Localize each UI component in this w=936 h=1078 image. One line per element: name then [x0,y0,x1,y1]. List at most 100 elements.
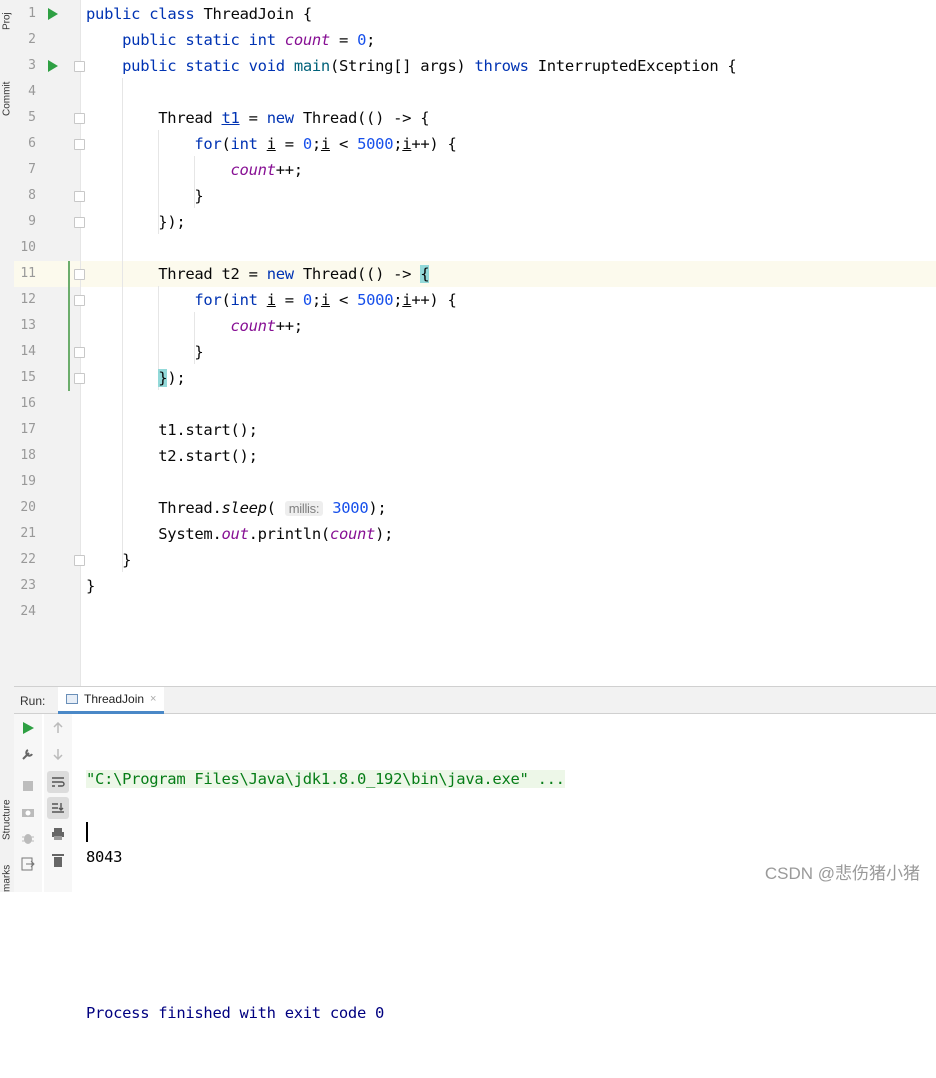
console-exit-message: Process finished with exit code 0 [86,1004,385,1022]
commit-tool-label: Commit [1,81,13,116]
line-number: 22 [20,552,36,567]
scroll-up-button[interactable] [47,717,69,739]
code-line[interactable]: 13 count++; [14,313,936,339]
scroll-down-button[interactable] [47,743,69,765]
structure-tool-tab[interactable]: Structure [0,770,14,840]
var-i: i [320,291,330,309]
clear-button[interactable] [47,849,69,871]
code-line[interactable]: 21 System.out.println(count); [14,521,936,547]
code-line[interactable]: 16 [14,391,936,417]
console-output[interactable]: "C:\Program Files\Java\jdk1.8.0_192\bin\… [86,714,936,1078]
kw-new: new [266,265,294,283]
rerun-button[interactable] [17,717,39,739]
stop-button[interactable] [17,775,39,797]
code-line[interactable]: 22 } [14,547,936,573]
class-thread: Thread. [158,499,222,517]
increment: ++; [275,161,303,179]
field-count: count [329,525,376,543]
code-line[interactable]: 7 count++; [14,157,936,183]
semicolon: ; [393,135,403,153]
wrench-icon [22,749,33,760]
type-thread: Thread [158,109,222,127]
kw-class: class [149,5,195,23]
code-line[interactable]: 4 [14,79,936,105]
code-line[interactable]: 11 Thread t2 = new Thread(() -> { [14,261,936,287]
number: 5000 [357,291,394,309]
kw-public: public [122,31,177,49]
code-editor[interactable]: 1 public class ThreadJoin { 2 public sta… [14,0,936,686]
commit-tool-tab[interactable]: Commit [0,52,14,116]
operator: < [330,291,358,309]
fold-icon[interactable] [74,555,85,566]
run-main-icon[interactable] [48,60,58,72]
watermark: CSDN @悲伤猪小猪 [764,864,920,883]
code-line[interactable]: 20 Thread.sleep( millis: 3000); [14,495,936,521]
kw-for: for [194,135,222,153]
semicolon: ; [311,291,321,309]
code-line[interactable]: 10 [14,235,936,261]
kw-static: static [185,31,240,49]
line-number: 14 [20,344,36,359]
exit-icon [21,857,35,871]
fold-icon[interactable] [74,295,85,306]
print-button[interactable] [47,823,69,845]
code-line[interactable]: 12 for(int i = 0;i < 5000;i++) { [14,287,936,313]
line-number: 1 [28,6,36,21]
code-line[interactable]: 14 } [14,339,936,365]
fold-icon[interactable] [74,217,85,228]
brace: { [302,5,312,23]
code-line[interactable]: 9 }); [14,209,936,235]
screenshot-button[interactable] [17,801,39,823]
bug-icon [22,834,34,844]
line-number: 5 [28,110,36,125]
close-icon[interactable]: × [150,693,156,705]
operator: = [329,31,358,49]
settings-button[interactable] [17,743,39,765]
bookmarks-tool-tab[interactable]: marks [0,856,14,892]
fold-icon[interactable] [74,61,85,72]
project-tool-tab[interactable]: Proj [0,0,14,30]
line-number: 9 [28,214,36,229]
fold-icon[interactable] [74,347,85,358]
var-t1: t1 [221,109,240,127]
run-class-icon[interactable] [48,8,58,20]
code-line[interactable]: 23 } [14,573,936,599]
kw-int: int [230,135,258,153]
var-t2: t2 [221,265,240,283]
exit-button[interactable] [17,853,39,875]
line-number: 7 [28,162,36,177]
fold-icon[interactable] [74,113,85,124]
code-line[interactable]: 2 public static int count = 0; [14,27,936,53]
code-line[interactable]: 15 }); [14,365,936,391]
code-line[interactable]: 1 public class ThreadJoin { [14,1,936,27]
code-line[interactable]: 6 for(int i = 0;i < 5000;i++) { [14,131,936,157]
fold-icon[interactable] [74,139,85,150]
code-line[interactable]: 3 public static void main(String[] args)… [14,53,936,79]
code-line[interactable]: 19 [14,469,936,495]
code-line[interactable]: 24 [14,599,936,625]
brace: } [194,343,204,361]
brace: } [86,577,96,595]
line-number: 15 [20,370,36,385]
fold-icon[interactable] [74,373,85,384]
line-number: 23 [20,578,36,593]
line-number: 4 [28,84,36,99]
lambda: Thread(() -> [293,265,421,283]
fold-icon[interactable] [74,191,85,202]
line-number: 13 [20,318,36,333]
soft-wrap-button[interactable] [47,771,69,793]
line-number: 3 [28,58,36,73]
fold-icon[interactable] [74,269,85,280]
code-line[interactable]: 8 } [14,183,936,209]
run-tab-threadjoin[interactable]: ThreadJoin × [58,687,165,714]
debug-button[interactable] [17,827,39,849]
number: 0 [302,291,312,309]
class-name: ThreadJoin [203,5,294,23]
arrow-down-icon [53,749,63,760]
code-line[interactable]: 18 t2.start(); [14,443,936,469]
scroll-to-end-button[interactable] [47,797,69,819]
code-line[interactable]: 5 Thread t1 = new Thread(() -> { [14,105,936,131]
code-line[interactable]: 17 t1.start(); [14,417,936,443]
class-system: System. [158,525,222,543]
semicolon: ; [366,31,376,49]
